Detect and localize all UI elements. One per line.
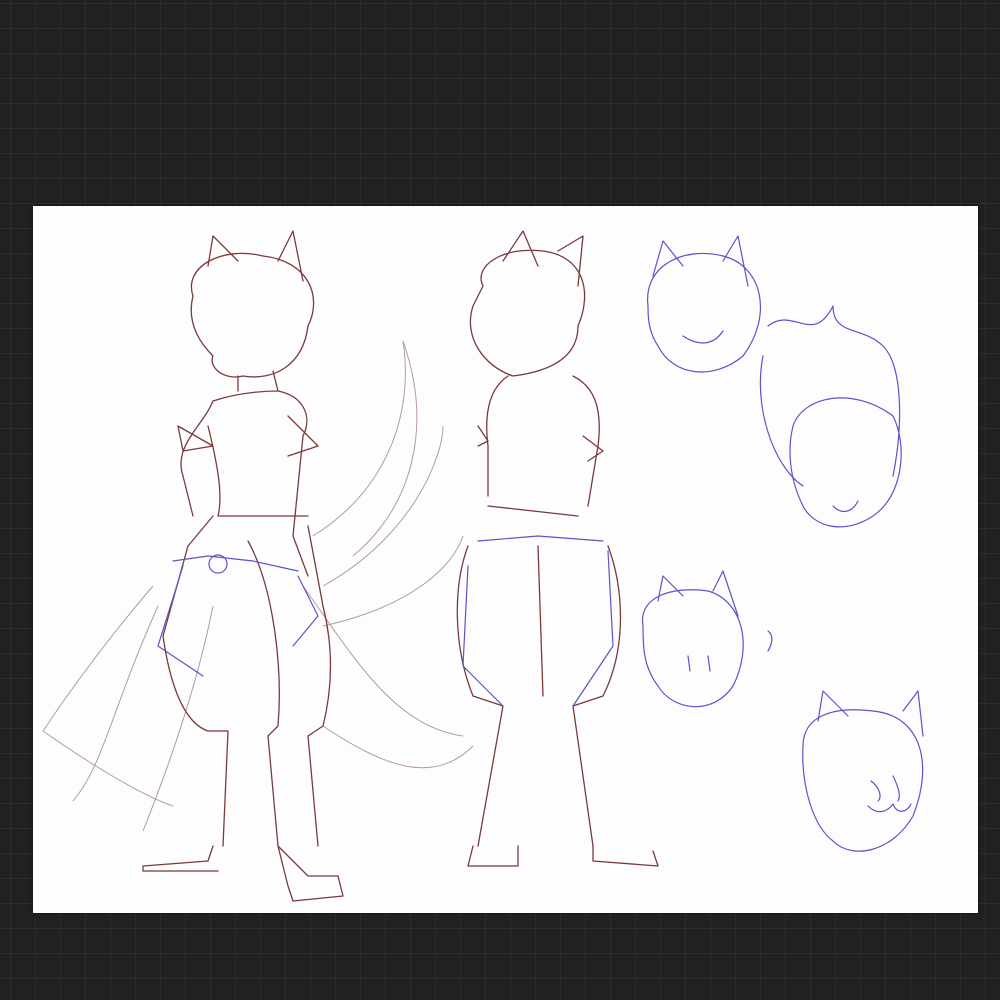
character-sheet-sketch [42,230,924,902]
expression-head-neutral [641,570,773,708]
front-view-figure [42,230,474,902]
sketch-paper [33,206,978,913]
expression-head-angry-flames [759,305,902,528]
expression-head-grin [647,235,761,373]
expression-head-happy [802,690,924,852]
back-view-figure [456,230,659,867]
